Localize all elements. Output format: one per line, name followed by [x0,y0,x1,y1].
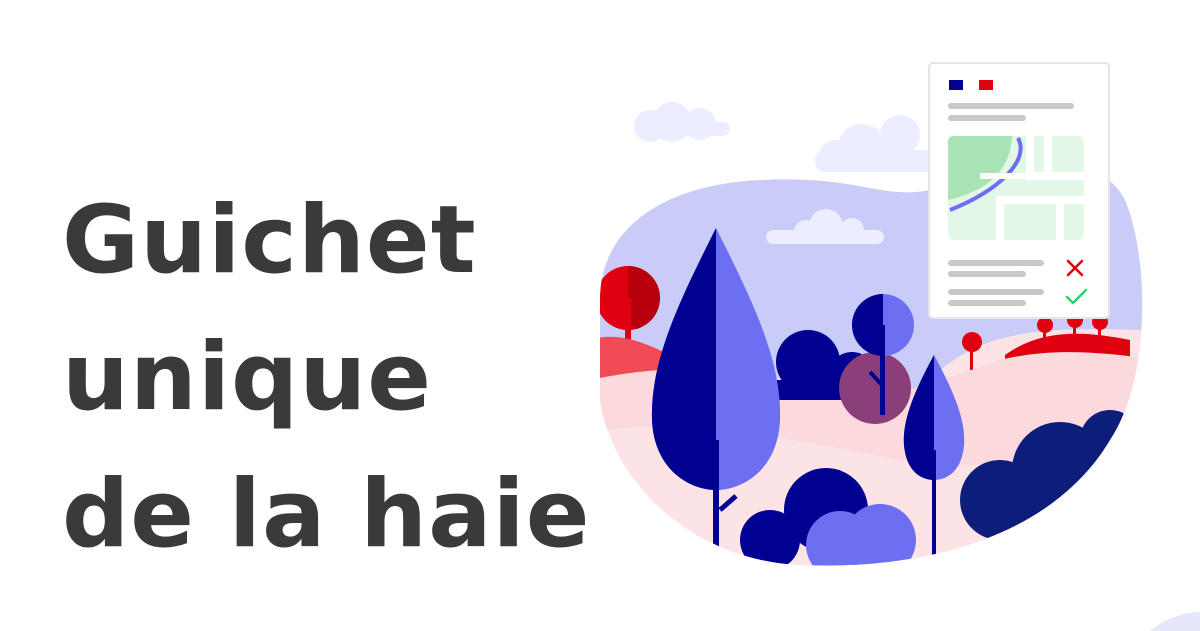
document-card [928,62,1110,319]
map-thumbnail [948,136,1084,240]
flag-red [979,80,993,90]
bush-icon [839,352,911,424]
cloud-icon [634,102,730,142]
corner-decoration [1150,612,1200,631]
cloud-icon [815,115,935,172]
flag-blue [949,80,963,90]
hedge-illustration [600,62,1200,631]
